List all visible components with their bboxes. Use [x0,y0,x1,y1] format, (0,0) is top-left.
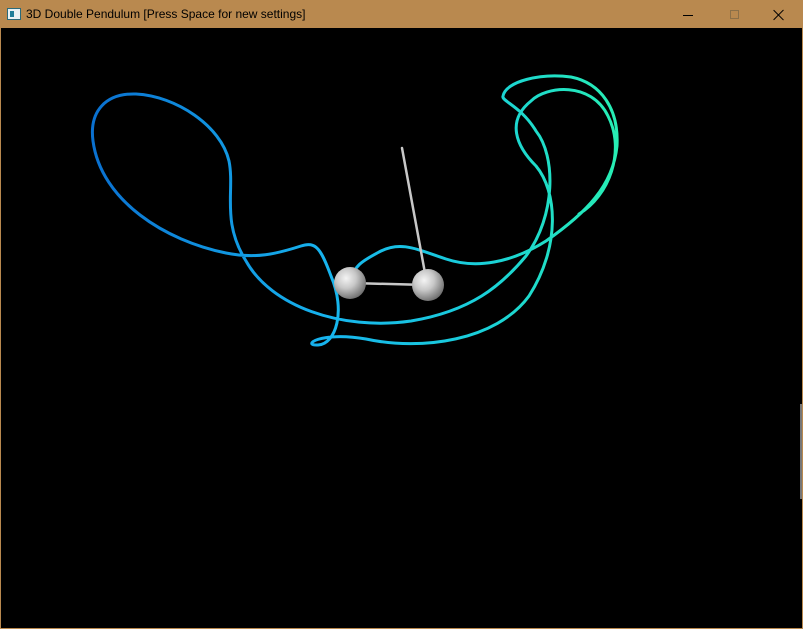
window-edge-artifact [800,404,802,499]
window-title: 3D Double Pendulum [Press Space for new … [26,7,306,21]
close-button[interactable] [756,1,802,28]
lower-bob [334,267,366,299]
minimize-button[interactable] [665,1,711,28]
upper-bob [412,269,444,301]
minimize-icon [683,14,693,16]
maximize-button[interactable] [711,1,757,28]
application-window: 3D Double Pendulum [Press Space for new … [0,0,803,629]
app-window-icon[interactable] [7,8,21,20]
maximize-icon [729,10,739,19]
title-bar[interactable]: 3D Double Pendulum [Press Space for new … [1,1,802,28]
render-viewport[interactable] [1,28,802,628]
upper-rod [400,146,429,286]
pendulum-trail [90,74,619,347]
pendulum-scene [90,74,619,347]
close-icon [773,9,785,21]
